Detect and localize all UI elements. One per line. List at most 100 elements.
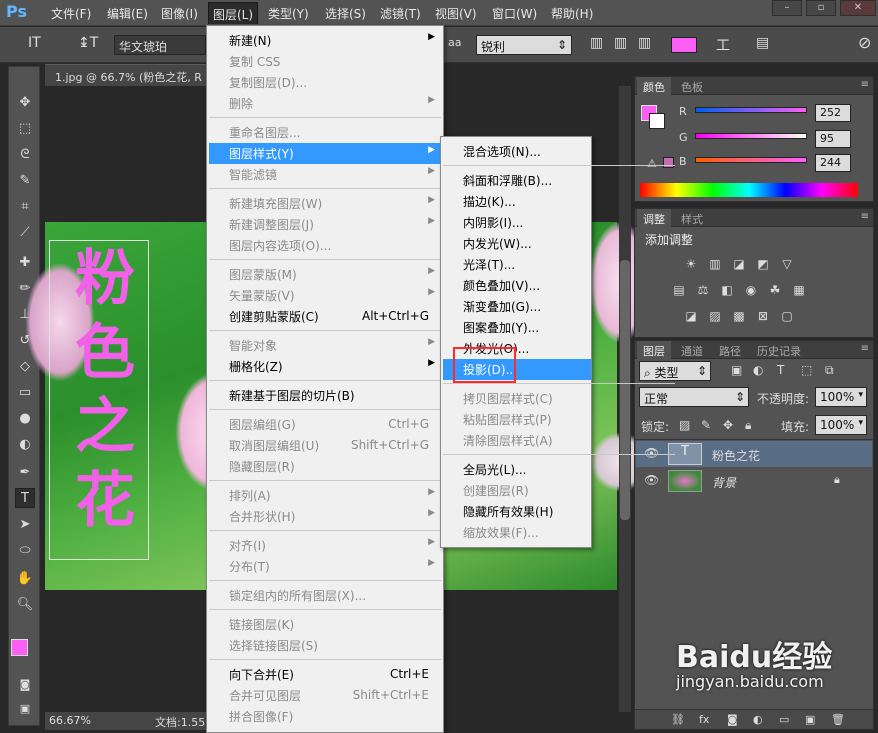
blue-value[interactable]: 244 bbox=[815, 154, 851, 172]
foreground-color-swatch[interactable] bbox=[11, 639, 28, 656]
style-submenu-item-7[interactable]: 颜色叠加(V)... bbox=[443, 275, 591, 296]
layer-menu-item-39[interactable]: 拼合图像(F) bbox=[209, 706, 441, 727]
text-tool-preset-icon[interactable]: IT bbox=[28, 35, 41, 51]
style-submenu-item-2[interactable]: 斜面和浮雕(B)... bbox=[443, 170, 591, 191]
menu-view[interactable]: 视图(V) bbox=[435, 5, 477, 22]
menu-filter[interactable]: 滤镜(T) bbox=[380, 5, 421, 22]
screen-mode-icon[interactable]: ▣ bbox=[15, 699, 35, 719]
filter-type-icon[interactable]: T bbox=[777, 363, 784, 377]
layer-menu-item-27[interactable]: 合并形状(H) ▶ bbox=[209, 506, 441, 527]
layer-menu-item-2[interactable]: 复制图层(D)... bbox=[209, 72, 441, 93]
lock-position-icon[interactable]: ✥ bbox=[723, 418, 733, 432]
layer-menu-item-24[interactable]: 隐藏图层(R) bbox=[209, 456, 441, 477]
hand-tool-icon[interactable]: ✋ bbox=[15, 569, 35, 589]
layer-row-background[interactable]: 👁︎ 背景 🔒︎ bbox=[636, 468, 872, 494]
layer-menu-item-23[interactable]: 取消图层编组(U) Shift+Ctrl+G bbox=[209, 435, 441, 456]
layer-menu-item-26[interactable]: 排列(A) ▶ bbox=[209, 485, 441, 506]
color-spectrum-bar[interactable] bbox=[640, 183, 858, 197]
brightness-icon[interactable]: ☀ bbox=[683, 257, 699, 271]
threshold-icon[interactable]: ▩ bbox=[731, 309, 747, 323]
style-submenu-item-5[interactable]: 内发光(W)... bbox=[443, 233, 591, 254]
color-balance-icon[interactable]: ⚖ bbox=[695, 283, 711, 297]
tab-adjustments[interactable]: 调整 bbox=[637, 209, 671, 227]
layer-menu-item-3[interactable]: 删除 ▶ bbox=[209, 93, 441, 114]
style-submenu-item-0[interactable]: 混合选项(N)... bbox=[443, 141, 591, 162]
visibility-eye-icon[interactable]: 👁︎ bbox=[644, 473, 659, 487]
style-submenu-item-9[interactable]: 图案叠加(Y)... bbox=[443, 317, 591, 338]
selective-color-icon[interactable]: ⊠ bbox=[755, 309, 771, 323]
opacity-field[interactable]: 100% ▾ bbox=[815, 387, 867, 407]
layer-menu-item-18[interactable]: 栅格化(Z) ▶ bbox=[209, 356, 441, 377]
layer-menu-item-22[interactable]: 图层编组(G) Ctrl+G bbox=[209, 414, 441, 435]
channel-mixer-icon[interactable]: ☘ bbox=[767, 283, 783, 297]
visibility-eye-icon[interactable]: 👁︎ bbox=[644, 446, 659, 460]
close-button[interactable]: ✕ bbox=[840, 0, 876, 16]
invert-icon[interactable]: ◪ bbox=[683, 309, 699, 323]
style-submenu-item-15[interactable]: 清除图层样式(A) bbox=[443, 430, 591, 451]
tab-swatches[interactable]: 色板 bbox=[675, 79, 709, 95]
layer-menu-item-14[interactable]: 矢量蒙版(V) ▶ bbox=[209, 285, 441, 306]
crop-tool-icon[interactable]: ⌗ bbox=[15, 197, 35, 217]
text-orientation-icon[interactable]: ↨T bbox=[78, 35, 98, 51]
layer-menu-item-5[interactable]: 重命名图层... bbox=[209, 122, 441, 143]
panel-menu-icon[interactable]: ≡ bbox=[861, 343, 869, 354]
style-submenu-item-19[interactable]: 隐藏所有效果(H) bbox=[443, 501, 591, 522]
gradient-tool-icon[interactable]: ▭ bbox=[15, 383, 35, 403]
align-center-icon[interactable]: ▥ bbox=[614, 35, 627, 51]
lasso-tool-icon[interactable]: ᘓ bbox=[15, 145, 35, 165]
tab-history[interactable]: 历史记录 bbox=[751, 343, 807, 359]
zoom-tool-icon[interactable]: 🔍︎ bbox=[15, 595, 35, 615]
move-tool-icon[interactable]: ✥ bbox=[15, 93, 35, 113]
style-submenu-item-8[interactable]: 渐变叠加(G)... bbox=[443, 296, 591, 317]
style-submenu-item-14[interactable]: 粘贴图层样式(P) bbox=[443, 409, 591, 430]
lock-transparent-icon[interactable]: ▨ bbox=[679, 418, 690, 432]
menu-edit[interactable]: 编辑(E) bbox=[107, 5, 148, 22]
document-tab[interactable]: 1.jpg @ 66.7% (粉色之花, R bbox=[45, 64, 206, 86]
color-lookup-icon[interactable]: ▦ bbox=[791, 283, 807, 297]
lock-image-icon[interactable]: ✎ bbox=[701, 418, 711, 432]
menu-select[interactable]: 选择(S) bbox=[325, 5, 366, 22]
green-value[interactable]: 95 bbox=[815, 130, 851, 148]
style-submenu-item-6[interactable]: 光泽(T)... bbox=[443, 254, 591, 275]
posterize-icon[interactable]: ▨ bbox=[707, 309, 723, 323]
layer-menu-item-17[interactable]: 智能对象 ▶ bbox=[209, 335, 441, 356]
menu-image[interactable]: 图像(I) bbox=[161, 5, 198, 22]
vibrance-icon[interactable]: ▽ bbox=[779, 257, 795, 271]
tab-styles[interactable]: 样式 bbox=[675, 211, 709, 227]
layer-menu-item-35[interactable]: 选择链接图层(S) bbox=[209, 635, 441, 656]
style-submenu-item-13[interactable]: 拷贝图层样式(C) bbox=[443, 388, 591, 409]
hue-saturation-icon[interactable]: ▤ bbox=[671, 283, 687, 297]
pen-tool-icon[interactable]: ✒ bbox=[15, 463, 35, 483]
layer-menu-item-32[interactable]: 锁定组内的所有图层(X)... bbox=[209, 585, 441, 606]
tab-paths[interactable]: 路径 bbox=[713, 343, 747, 359]
layer-menu-item-1[interactable]: 复制 CSS bbox=[209, 51, 441, 72]
warp-text-icon[interactable]: 工 bbox=[716, 35, 730, 55]
layer-menu-item-6[interactable]: 图层样式(Y) ▶ bbox=[209, 143, 441, 164]
filter-pixel-icon[interactable]: ▣ bbox=[731, 363, 742, 377]
antialias-select[interactable]: 锐利 ⇕ bbox=[476, 35, 572, 55]
layer-menu-item-15[interactable]: 创建剪贴蒙版(C) Alt+Ctrl+G bbox=[209, 306, 441, 327]
vertical-scroll-thumb[interactable] bbox=[620, 260, 630, 520]
green-slider[interactable] bbox=[695, 133, 807, 139]
zoom-level[interactable]: 66.67% bbox=[49, 714, 91, 727]
tab-color[interactable]: 颜色 bbox=[637, 77, 671, 95]
layer-menu-item-30[interactable]: 分布(T) ▶ bbox=[209, 556, 441, 577]
photo-filter-icon[interactable]: ◉ bbox=[743, 283, 759, 297]
lock-all-icon[interactable]: 🔒︎ bbox=[745, 418, 751, 433]
panel-menu-icon[interactable]: ≡ bbox=[861, 79, 869, 90]
blend-mode-select[interactable]: 正常 ⇕ bbox=[639, 387, 749, 407]
curves-icon[interactable]: ◪ bbox=[731, 257, 747, 271]
style-submenu-item-17[interactable]: 全局光(L)... bbox=[443, 459, 591, 480]
quick-select-tool-icon[interactable]: ✎ bbox=[15, 171, 35, 191]
align-right-icon[interactable]: ▥ bbox=[638, 35, 651, 51]
eyedropper-tool-icon[interactable]: ⟋ bbox=[15, 223, 35, 243]
menu-type[interactable]: 类型(Y) bbox=[268, 5, 309, 22]
layer-menu-item-9[interactable]: 新建填充图层(W) ▶ bbox=[209, 193, 441, 214]
style-submenu-item-3[interactable]: 描边(K)... bbox=[443, 191, 591, 212]
layer-menu-item-13[interactable]: 图层蒙版(M) ▶ bbox=[209, 264, 441, 285]
tab-layers[interactable]: 图层 bbox=[637, 341, 671, 359]
text-color-swatch[interactable] bbox=[671, 37, 697, 53]
font-family-field[interactable]: 华文琥珀 bbox=[114, 35, 206, 55]
character-panel-icon[interactable]: ▤ bbox=[756, 35, 769, 51]
gradient-map-icon[interactable]: ▢ bbox=[779, 309, 795, 323]
